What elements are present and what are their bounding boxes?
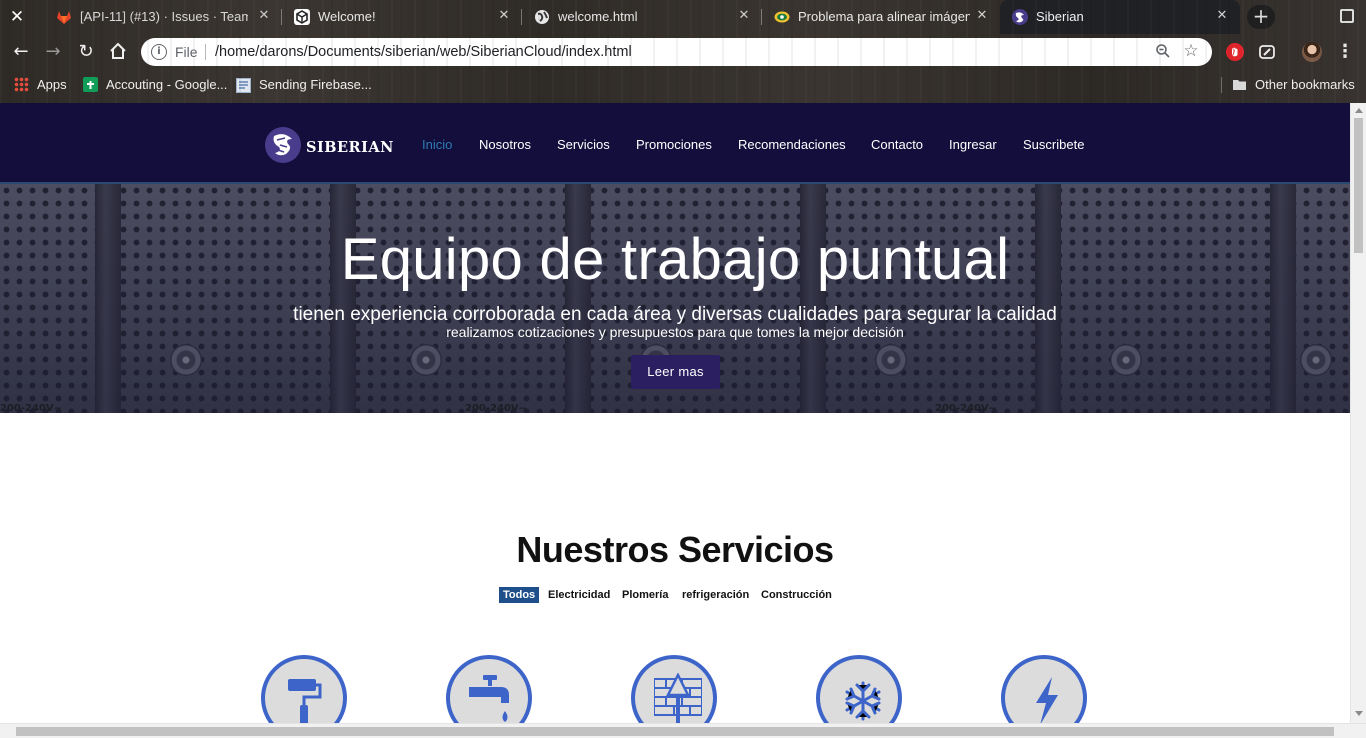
tab-problema[interactable]: Problema para alinear imágene ✕ bbox=[762, 0, 1000, 34]
tab-title: Problema para alinear imágene bbox=[798, 9, 970, 24]
doc-icon bbox=[236, 78, 251, 93]
tab-welcome[interactable]: Welcome! ✕ bbox=[282, 0, 522, 34]
siberian-logo-icon bbox=[265, 127, 301, 163]
tab-title: Welcome! bbox=[318, 9, 376, 24]
window-restore-icon[interactable] bbox=[1340, 9, 1354, 23]
bookmarks-separator bbox=[1221, 77, 1222, 93]
site-info-icon[interactable]: i bbox=[151, 44, 167, 60]
tab-title: [API-11] (#13) · Issues · Team W bbox=[80, 9, 248, 24]
scroll-down-icon[interactable] bbox=[1355, 711, 1363, 716]
bookmarks-bar: Apps Accouting - Google... Sending Fireb… bbox=[0, 70, 1366, 100]
hero-panel-label: 200-240V~ bbox=[935, 403, 998, 413]
tab-close-icon[interactable]: ✕ bbox=[1214, 8, 1230, 24]
service-plumbing[interactable] bbox=[446, 655, 532, 723]
horizontal-scroll-thumb[interactable] bbox=[16, 727, 1334, 736]
tab-welcome-html[interactable]: welcome.html ✕ bbox=[522, 0, 762, 34]
snowflake-icon bbox=[845, 681, 881, 721]
tab-siberian[interactable]: Siberian ✕ bbox=[1000, 0, 1240, 34]
menu-recomendaciones[interactable]: Recomendaciones bbox=[738, 136, 846, 154]
bookmark-star-icon[interactable]: ☆ bbox=[1182, 42, 1200, 60]
home-icon bbox=[110, 42, 126, 59]
bookmark-label: Apps bbox=[37, 77, 67, 92]
menu-contacto[interactable]: Contacto bbox=[871, 136, 923, 154]
hero-title: Equipo de trabajo puntual bbox=[340, 227, 1010, 292]
forward-button[interactable]: → bbox=[42, 41, 64, 63]
reload-button[interactable]: ↻ bbox=[75, 41, 97, 63]
url-scheme: File bbox=[175, 44, 198, 60]
siberian-icon bbox=[1012, 9, 1028, 25]
profile-avatar[interactable] bbox=[1302, 42, 1322, 62]
gitlab-icon bbox=[56, 9, 72, 25]
tab-title: welcome.html bbox=[558, 9, 638, 24]
bookmark-label: Accouting - Google... bbox=[106, 77, 228, 92]
menu-ingresar[interactable]: Ingresar bbox=[949, 136, 997, 154]
site-navbar: SIBERIAN Inicio Nosotros Servicios Promo… bbox=[0, 103, 1350, 184]
browser-chrome: ✕ [API-11] (#13) · Issues · Team W ✕ Wel… bbox=[0, 0, 1366, 103]
cube-icon bbox=[294, 9, 310, 25]
paint-roller-icon bbox=[288, 679, 322, 723]
browser-menu-icon[interactable]: ⋮ bbox=[1336, 42, 1354, 62]
hero-subtitle: tienen experiencia corroborada en cada á… bbox=[293, 304, 1057, 325]
service-electricity[interactable] bbox=[1001, 655, 1087, 723]
services-title: Nuestros Servicios bbox=[516, 529, 834, 570]
filter-electricidad[interactable]: Electricidad bbox=[544, 587, 614, 603]
tab-close-icon[interactable]: ✕ bbox=[496, 8, 512, 24]
service-refrigeration[interactable] bbox=[816, 655, 902, 723]
menu-promociones[interactable]: Promociones bbox=[636, 136, 712, 154]
bookmark-accouting[interactable]: Accouting - Google... bbox=[83, 76, 227, 94]
hero-subtitle-secondary: realizamos cotizaciones y presupuestos p… bbox=[446, 324, 904, 340]
filter-refrigeracion[interactable]: refrigeración bbox=[678, 587, 753, 603]
apps-grid-icon bbox=[14, 77, 29, 92]
bookmark-apps[interactable]: Apps bbox=[14, 76, 67, 94]
folder-icon bbox=[1232, 77, 1247, 92]
zoom-icon[interactable] bbox=[1154, 43, 1172, 61]
tab-close-icon[interactable]: ✕ bbox=[256, 8, 272, 24]
leer-mas-button[interactable]: Leer mas bbox=[631, 355, 720, 389]
vertical-scrollbar[interactable] bbox=[1350, 103, 1366, 723]
faucet-icon bbox=[469, 675, 509, 722]
sheets-icon bbox=[83, 77, 98, 92]
filter-plomeria[interactable]: Plomería bbox=[618, 587, 672, 603]
horizontal-scrollbar[interactable] bbox=[0, 723, 1366, 738]
brand-name: SIBERIAN bbox=[306, 139, 394, 156]
other-bookmarks[interactable]: Other bookmarks bbox=[1232, 76, 1355, 94]
extension-red-icon[interactable] bbox=[1226, 43, 1244, 61]
menu-suscribete[interactable]: Suscribete bbox=[1023, 136, 1084, 154]
window-close-icon[interactable]: ✕ bbox=[8, 8, 26, 26]
service-painting[interactable] bbox=[261, 655, 347, 723]
menu-inicio[interactable]: Inicio bbox=[422, 136, 452, 154]
tab-close-icon[interactable]: ✕ bbox=[974, 8, 990, 24]
service-construction[interactable] bbox=[631, 655, 717, 723]
other-bookmarks-label: Other bookmarks bbox=[1255, 77, 1355, 92]
new-tab-button[interactable]: + bbox=[1247, 5, 1275, 29]
filter-construccion[interactable]: Construcción bbox=[757, 587, 836, 603]
hero-banner: 200-240V~ 200-240V~ 200-240V~ Equipo de … bbox=[0, 184, 1350, 413]
vertical-scroll-thumb[interactable] bbox=[1354, 118, 1363, 253]
menu-nosotros[interactable]: Nosotros bbox=[479, 136, 531, 154]
home-button[interactable] bbox=[107, 41, 129, 63]
bookmark-sending-firebase[interactable]: Sending Firebase... bbox=[236, 76, 372, 94]
stackoverflow-icon bbox=[774, 9, 790, 25]
scroll-up-icon[interactable] bbox=[1355, 108, 1363, 113]
brick-wall-icon bbox=[654, 673, 702, 723]
filter-todos[interactable]: Todos bbox=[499, 587, 540, 603]
globe-icon bbox=[534, 9, 550, 25]
extension-tool-icon[interactable] bbox=[1258, 43, 1276, 61]
hero-panel-label: 200-240V~ bbox=[465, 403, 528, 413]
tab-close-icon[interactable]: ✕ bbox=[736, 8, 752, 24]
page-viewport: SIBERIAN Inicio Nosotros Servicios Promo… bbox=[0, 103, 1350, 723]
url-divider bbox=[205, 44, 206, 60]
browser-toolbar: ← → ↻ i File /home/darons/Documents/sibe… bbox=[0, 34, 1366, 70]
tab-strip: ✕ [API-11] (#13) · Issues · Team W ✕ Wel… bbox=[0, 0, 1366, 34]
lightning-icon bbox=[1036, 677, 1058, 723]
bookmark-label: Sending Firebase... bbox=[259, 77, 372, 92]
url-text[interactable]: /home/darons/Documents/siberian/web/Sibe… bbox=[215, 44, 632, 60]
back-button[interactable]: ← bbox=[10, 41, 32, 63]
menu-servicios[interactable]: Servicios bbox=[557, 136, 610, 154]
address-bar[interactable]: i File /home/darons/Documents/siberian/w… bbox=[141, 38, 1212, 66]
tab-gitlab-issues[interactable]: [API-11] (#13) · Issues · Team W ✕ bbox=[44, 0, 282, 34]
tab-title: Siberian bbox=[1036, 9, 1084, 24]
hero-panel-label: 200-240V~ bbox=[0, 403, 63, 413]
